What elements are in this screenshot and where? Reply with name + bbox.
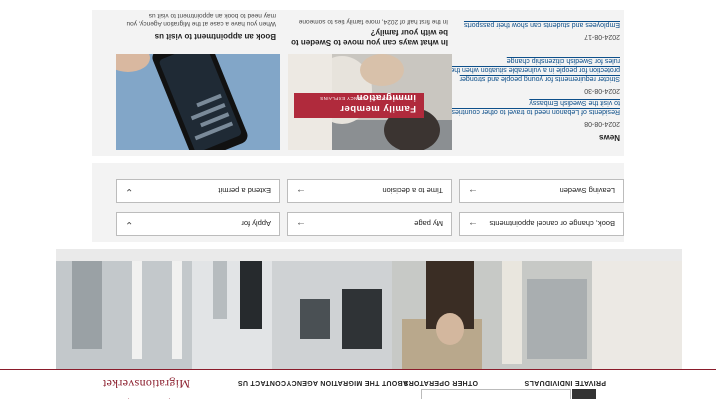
- news-date: 2024-08-30: [584, 87, 620, 94]
- search-input[interactable]: [421, 389, 571, 399]
- link-label: Extend a permit: [218, 186, 271, 195]
- site-logo[interactable]: Migrationsverket: [103, 376, 190, 391]
- page: PRIVATE INDIVIDUALS OTHER OPERATORS ABOU…: [0, 0, 716, 399]
- arrow-right-icon: →: [468, 186, 478, 197]
- site-header: PRIVATE INDIVIDUALS OTHER OPERATORS ABOU…: [0, 369, 716, 399]
- family-card-text: In the first half of 2024, more family t…: [298, 18, 448, 25]
- family-card-title[interactable]: In what ways can you move to Sweden to b…: [288, 27, 448, 47]
- link-label: Time to a decision: [382, 186, 443, 195]
- news-heading: News: [599, 133, 620, 142]
- chevron-down-icon: ⌄: [125, 186, 134, 197]
- link-leaving-sweden[interactable]: Leaving Sweden →: [459, 179, 624, 203]
- nav-private-individuals[interactable]: PRIVATE INDIVIDUALS: [524, 379, 606, 386]
- logo-mark-icon: [128, 391, 170, 399]
- search-button[interactable]: [572, 389, 596, 399]
- link-book-change-cancel-appointments[interactable]: Book, change or cancel appointments →: [459, 212, 624, 236]
- link-extend-a-permit[interactable]: Extend a permit ⌄: [116, 179, 280, 203]
- link-label: My page: [414, 219, 443, 228]
- appointment-card-image[interactable]: [116, 54, 280, 150]
- nav-contact-us[interactable]: CONTACT US: [238, 379, 286, 386]
- hero-office-illustration: [56, 249, 682, 369]
- news-link[interactable]: Employees and students can show their pa…: [450, 20, 620, 29]
- arrow-right-icon: →: [296, 186, 306, 197]
- news-date: 2024-08-08: [584, 120, 620, 127]
- link-label: Book, change or cancel appointments: [489, 219, 616, 228]
- arrow-right-icon: →: [468, 219, 478, 230]
- nav-about-migration-agency[interactable]: ABOUT THE MIGRATION AGENCY: [286, 379, 408, 386]
- phone-photo-illustration: [116, 54, 280, 150]
- news-date: 2024-08-17: [584, 33, 620, 40]
- appointment-card-text: When you have a case at the Migration Ag…: [126, 12, 276, 27]
- news-link[interactable]: Stricter requirements for young people a…: [450, 56, 620, 83]
- link-label: Leaving Sweden: [559, 186, 615, 195]
- link-time-to-a-decision[interactable]: Time to a decision →: [287, 179, 452, 203]
- news-link[interactable]: Residents of Lebanon need to travel to o…: [450, 98, 621, 116]
- header-divider: [0, 369, 716, 370]
- chevron-down-icon: ⌄: [125, 219, 134, 230]
- appointment-card-title[interactable]: Book an appointment to visit us: [116, 31, 276, 41]
- nav-other-operators[interactable]: OTHER OPERATORS: [403, 379, 478, 386]
- link-my-page[interactable]: My page →: [287, 212, 452, 236]
- family-immigration-card-image[interactable]: Family member immigration THE MIGRATION …: [288, 54, 452, 150]
- family-immigration-banner: Family member immigration THE MIGRATION …: [294, 92, 424, 118]
- link-apply-for[interactable]: Apply for ⌄: [116, 212, 280, 236]
- arrow-right-icon: →: [296, 219, 306, 230]
- banner-subtitle: THE MIGRATION AGENCY EXPLAINS: [319, 96, 410, 101]
- link-label: Apply for: [241, 219, 271, 228]
- hero-image: [56, 249, 682, 369]
